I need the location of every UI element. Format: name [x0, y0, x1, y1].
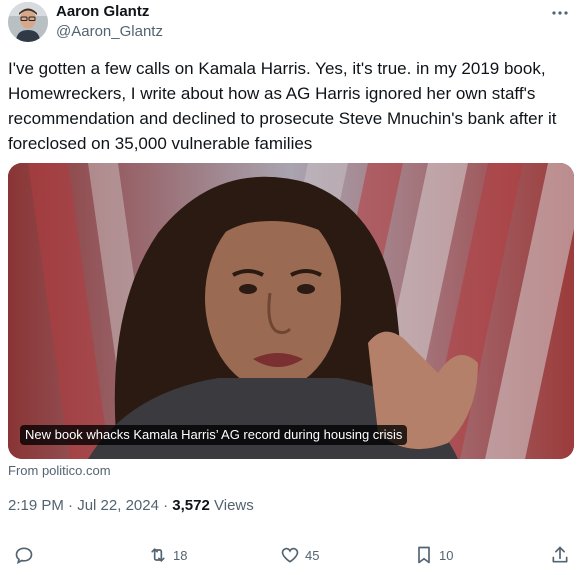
bookmark-button[interactable]: 10: [414, 544, 453, 566]
share-icon: [550, 545, 570, 565]
link-card-caption: New book whacks Kamala Harris’ AG record…: [20, 425, 408, 445]
author-display-name[interactable]: Aaron Glantz: [56, 2, 163, 22]
bookmark-count: 10: [439, 547, 454, 563]
tweet-meta: 2:19 PM · Jul 22, 2024 · 3,572 Views: [8, 496, 254, 516]
author-handle[interactable]: @Aaron_Glantz: [56, 22, 163, 42]
reply-button[interactable]: [14, 544, 34, 566]
meta-separator-2: ·: [163, 497, 169, 514]
meta-separator: ·: [68, 497, 74, 514]
share-button[interactable]: [550, 544, 570, 566]
tweet-text: I've gotten a few calls on Kamala Harris…: [8, 59, 557, 153]
author-block: Aaron Glantz @Aaron_Glantz: [56, 2, 163, 42]
reply-icon: [14, 545, 34, 565]
views-count: 3,572: [172, 497, 210, 514]
action-bar: 18 45 10: [8, 544, 576, 568]
tweet-date[interactable]: Jul 22, 2024: [77, 497, 159, 514]
bookmark-icon: [414, 545, 434, 565]
more-horizontal-icon: [552, 3, 568, 21]
link-source[interactable]: From politico.com: [8, 463, 111, 479]
like-button[interactable]: 45: [280, 544, 319, 566]
heart-icon: [280, 545, 300, 565]
link-card-image: [8, 163, 574, 459]
link-card[interactable]: New book whacks Kamala Harris’ AG record…: [8, 163, 574, 459]
repost-button[interactable]: 18: [148, 544, 187, 566]
like-count: 45: [305, 547, 320, 563]
views-label: Views: [214, 497, 254, 514]
more-options-button[interactable]: [550, 2, 570, 22]
tweet-time[interactable]: 2:19 PM: [8, 497, 64, 514]
repost-count: 18: [173, 547, 188, 563]
repost-icon: [148, 545, 168, 565]
tweet-header: Aaron Glantz @Aaron_Glantz: [8, 2, 576, 42]
avatar[interactable]: [8, 2, 48, 42]
